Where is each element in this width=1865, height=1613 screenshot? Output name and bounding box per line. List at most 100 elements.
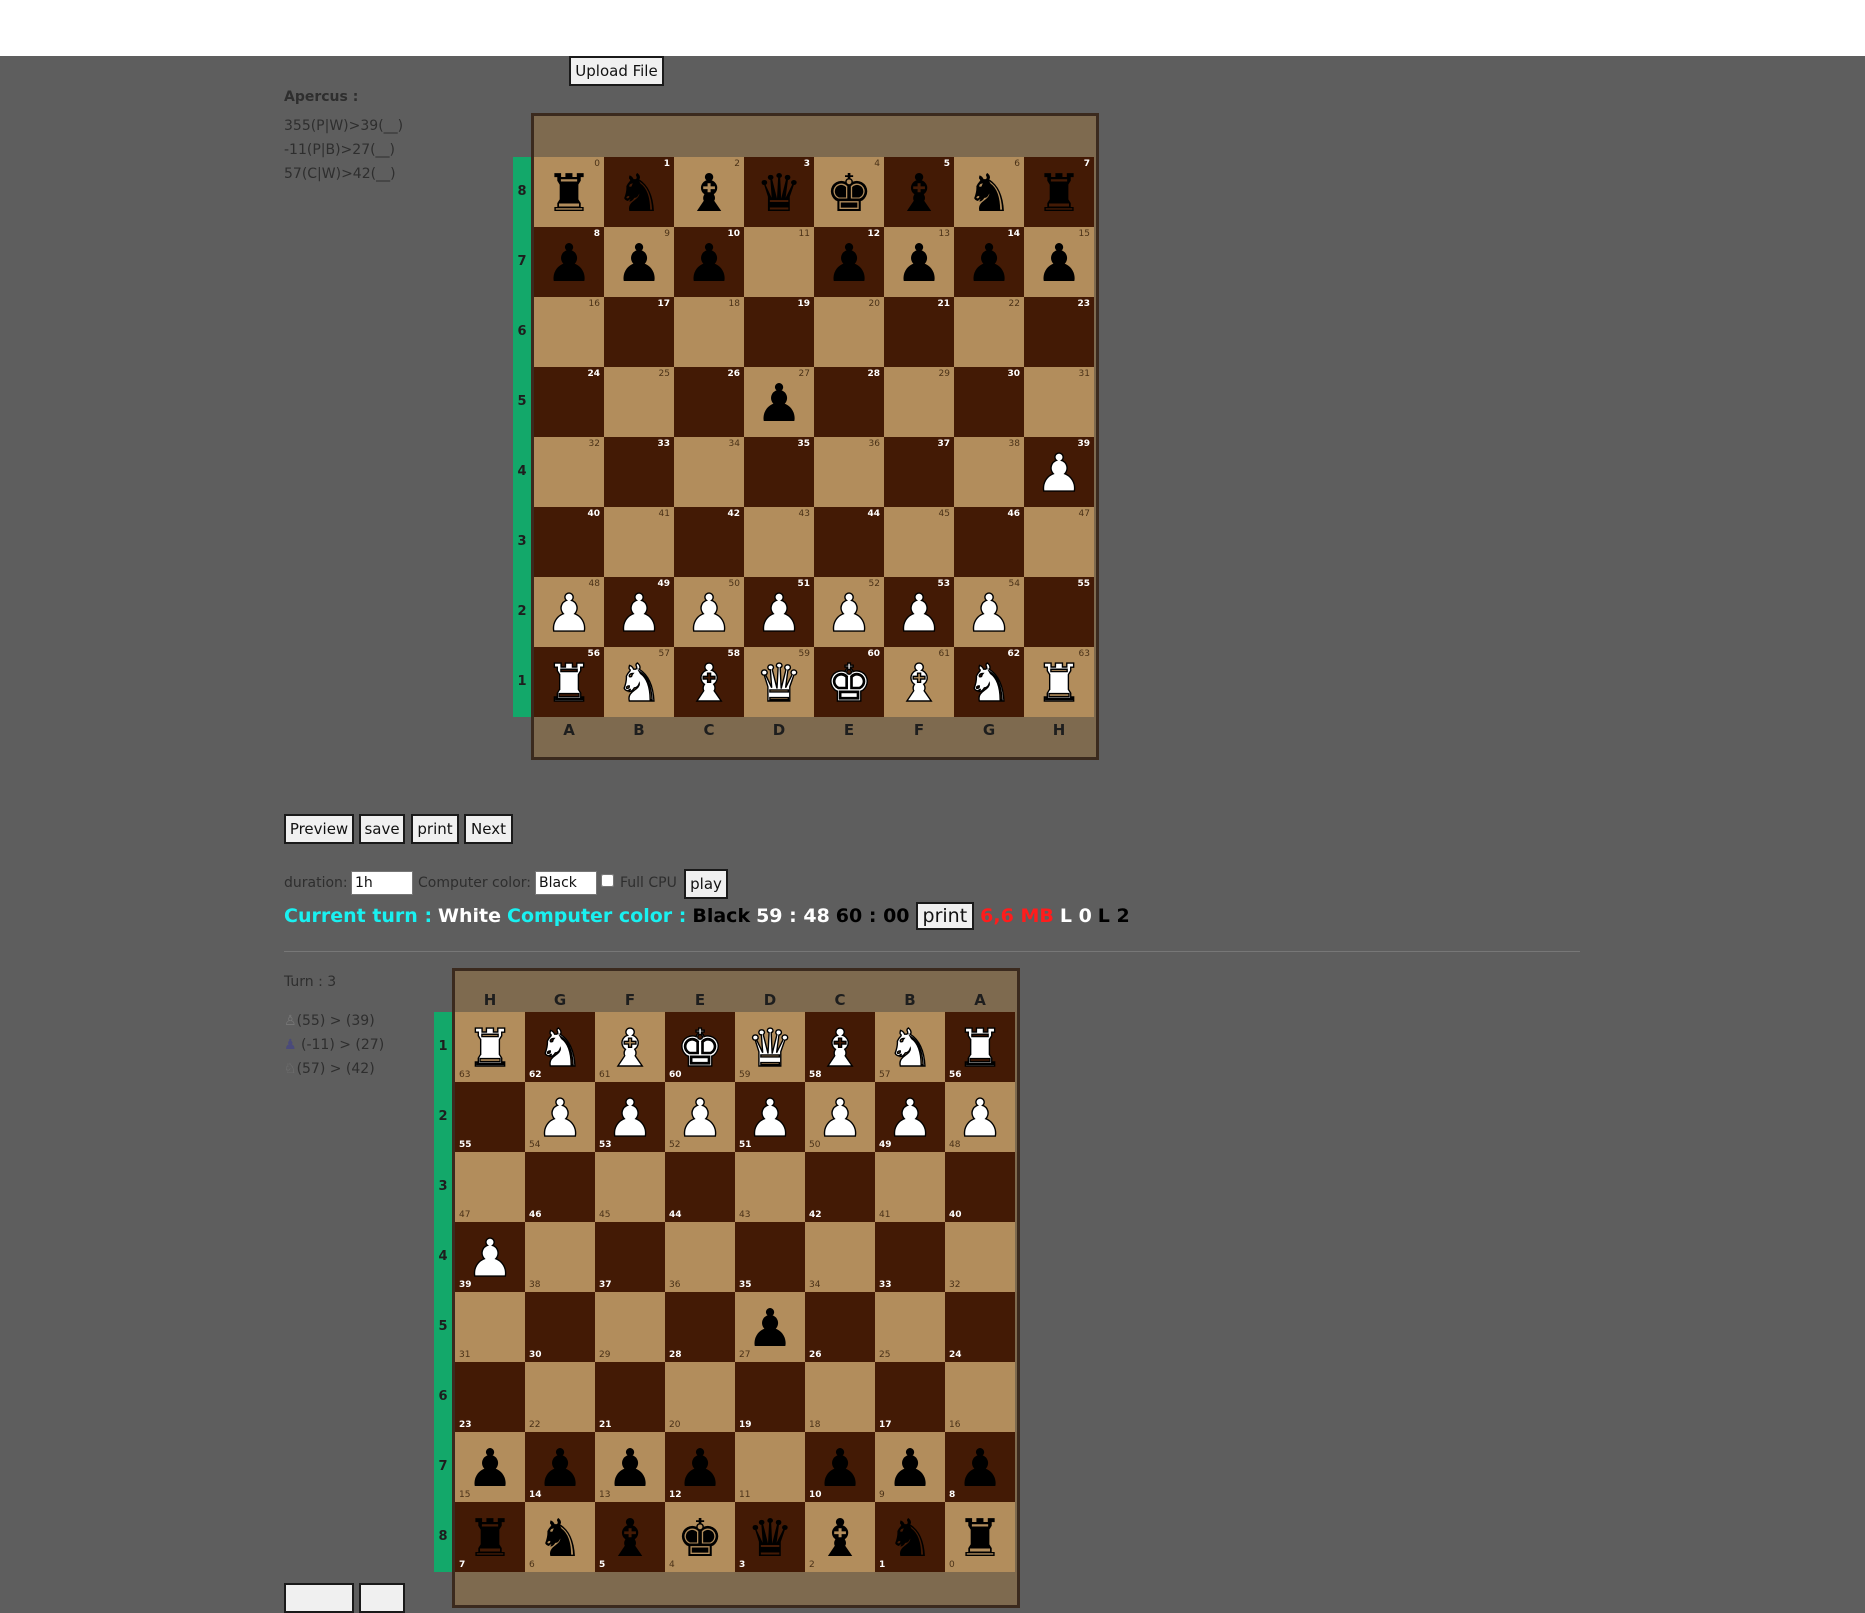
board-square[interactable]: 26 xyxy=(805,1292,875,1362)
black-queen-icon[interactable]: ♛ xyxy=(735,1508,805,1570)
board-square[interactable]: 19 xyxy=(744,297,814,367)
board-square[interactable]: 42 xyxy=(674,507,744,577)
board-square[interactable]: 10 ♟ xyxy=(674,227,744,297)
board-square[interactable]: 39 ♟ xyxy=(455,1222,525,1292)
board-square[interactable]: 11 xyxy=(735,1432,805,1502)
next-button[interactable]: Next xyxy=(464,814,513,844)
black-knight-icon[interactable]: ♞ xyxy=(875,1508,945,1570)
flipped-chessboard[interactable]: 63 ♜ 62 ♞ 61 ♝ 60 ♚ 59 ♛ 58 ♝ 57 ♞ 56 ♜ 55 54 ♟ 53 ♟ 52 ♟ 51 ♟ 50… xyxy=(455,1012,1015,1572)
board-square[interactable]: 58 ♝ xyxy=(674,647,744,717)
board-square[interactable]: 28 xyxy=(665,1292,735,1362)
black-king-icon[interactable]: ♚ xyxy=(814,163,884,225)
board-square[interactable]: 56 ♜ xyxy=(945,1012,1015,1082)
board-square[interactable]: 43 xyxy=(744,507,814,577)
board-square[interactable]: 32 xyxy=(534,437,604,507)
board-square[interactable]: 30 xyxy=(954,367,1024,437)
board-square[interactable]: 27 ♟ xyxy=(744,367,814,437)
white-bishop-icon[interactable]: ♝ xyxy=(674,653,744,715)
white-rook-icon[interactable]: ♜ xyxy=(945,1018,1015,1080)
board-square[interactable]: 16 xyxy=(945,1362,1015,1432)
board-square[interactable]: 46 xyxy=(954,507,1024,577)
print-button[interactable]: print xyxy=(411,814,459,844)
board-square[interactable]: 7 ♜ xyxy=(455,1502,525,1572)
black-king-icon[interactable]: ♚ xyxy=(665,1508,735,1570)
board-square[interactable]: 20 xyxy=(814,297,884,367)
board-square[interactable]: 8 ♟ xyxy=(945,1432,1015,1502)
black-pawn-icon[interactable]: ♟ xyxy=(954,233,1024,295)
board-square[interactable]: 44 xyxy=(665,1152,735,1222)
white-queen-icon[interactable]: ♛ xyxy=(735,1018,805,1080)
upload-file-button[interactable]: Upload File xyxy=(569,56,664,86)
board-square[interactable]: 54 ♟ xyxy=(525,1082,595,1152)
black-bishop-icon[interactable]: ♝ xyxy=(884,163,954,225)
black-knight-icon[interactable]: ♞ xyxy=(604,163,674,225)
board-square[interactable]: 59 ♛ xyxy=(744,647,814,717)
black-pawn-icon[interactable]: ♟ xyxy=(805,1438,875,1500)
board-square[interactable]: 51 ♟ xyxy=(744,577,814,647)
board-square[interactable]: 21 xyxy=(595,1362,665,1432)
bottom-button[interactable] xyxy=(359,1583,405,1613)
black-pawn-icon[interactable]: ♟ xyxy=(884,233,954,295)
board-square[interactable]: 24 xyxy=(945,1292,1015,1362)
white-pawn-icon[interactable]: ♟ xyxy=(665,1088,735,1150)
preview-button[interactable]: Preview xyxy=(284,814,354,844)
white-rook-icon[interactable]: ♜ xyxy=(455,1018,525,1080)
board-square[interactable]: 0 ♜ xyxy=(945,1502,1015,1572)
board-square[interactable]: 61 ♝ xyxy=(884,647,954,717)
board-square[interactable]: 26 xyxy=(674,367,744,437)
board-square[interactable]: 4 ♚ xyxy=(665,1502,735,1572)
board-square[interactable]: 20 xyxy=(665,1362,735,1432)
full-cpu-checkbox[interactable] xyxy=(601,874,614,887)
white-pawn-icon[interactable]: ♟ xyxy=(534,583,604,645)
board-square[interactable]: 62 ♞ xyxy=(525,1012,595,1082)
status-print-button[interactable]: print xyxy=(915,902,975,930)
board-square[interactable]: 57 ♞ xyxy=(604,647,674,717)
board-square[interactable]: 17 xyxy=(604,297,674,367)
black-rook-icon[interactable]: ♜ xyxy=(455,1508,525,1570)
board-square[interactable]: 40 xyxy=(534,507,604,577)
board-square[interactable]: 47 xyxy=(1024,507,1094,577)
board-square[interactable]: 15 ♟ xyxy=(1024,227,1094,297)
white-knight-icon[interactable]: ♞ xyxy=(875,1018,945,1080)
board-square[interactable]: 61 ♝ xyxy=(595,1012,665,1082)
white-king-icon[interactable]: ♚ xyxy=(814,653,884,715)
board-square[interactable]: 34 xyxy=(805,1222,875,1292)
board-square[interactable]: 34 xyxy=(674,437,744,507)
board-square[interactable]: 55 xyxy=(1024,577,1094,647)
board-square[interactable]: 48 ♟ xyxy=(945,1082,1015,1152)
board-square[interactable]: 29 xyxy=(884,367,954,437)
white-pawn-icon[interactable]: ♟ xyxy=(604,583,674,645)
board-square[interactable]: 25 xyxy=(604,367,674,437)
black-queen-icon[interactable]: ♛ xyxy=(744,163,814,225)
board-square[interactable]: 35 xyxy=(744,437,814,507)
white-pawn-icon[interactable]: ♟ xyxy=(744,583,814,645)
black-pawn-icon[interactable]: ♟ xyxy=(945,1438,1015,1500)
white-rook-icon[interactable]: ♜ xyxy=(534,653,604,715)
board-square[interactable]: 56 ♜ xyxy=(534,647,604,717)
board-square[interactable]: 41 xyxy=(604,507,674,577)
black-pawn-icon[interactable]: ♟ xyxy=(534,233,604,295)
black-pawn-icon[interactable]: ♟ xyxy=(665,1438,735,1500)
board-square[interactable]: 5 ♝ xyxy=(884,157,954,227)
black-pawn-icon[interactable]: ♟ xyxy=(1024,233,1094,295)
board-square[interactable]: 50 ♟ xyxy=(674,577,744,647)
save-button[interactable]: save xyxy=(359,814,405,844)
play-button[interactable]: play xyxy=(684,869,728,899)
board-square[interactable]: 13 ♟ xyxy=(884,227,954,297)
white-bishop-icon[interactable]: ♝ xyxy=(884,653,954,715)
white-rook-icon[interactable]: ♜ xyxy=(1024,653,1094,715)
black-pawn-icon[interactable]: ♟ xyxy=(674,233,744,295)
white-bishop-icon[interactable]: ♝ xyxy=(595,1018,665,1080)
board-square[interactable]: 52 ♟ xyxy=(665,1082,735,1152)
white-pawn-icon[interactable]: ♟ xyxy=(674,583,744,645)
white-queen-icon[interactable]: ♛ xyxy=(744,653,814,715)
board-square[interactable]: 38 xyxy=(954,437,1024,507)
board-square[interactable]: 53 ♟ xyxy=(595,1082,665,1152)
board-square[interactable]: 60 ♚ xyxy=(665,1012,735,1082)
board-square[interactable]: 36 xyxy=(814,437,884,507)
white-pawn-icon[interactable]: ♟ xyxy=(525,1088,595,1150)
board-square[interactable]: 25 xyxy=(875,1292,945,1362)
board-square[interactable]: 63 ♜ xyxy=(455,1012,525,1082)
board-square[interactable]: 22 xyxy=(954,297,1024,367)
white-knight-icon[interactable]: ♞ xyxy=(954,653,1024,715)
